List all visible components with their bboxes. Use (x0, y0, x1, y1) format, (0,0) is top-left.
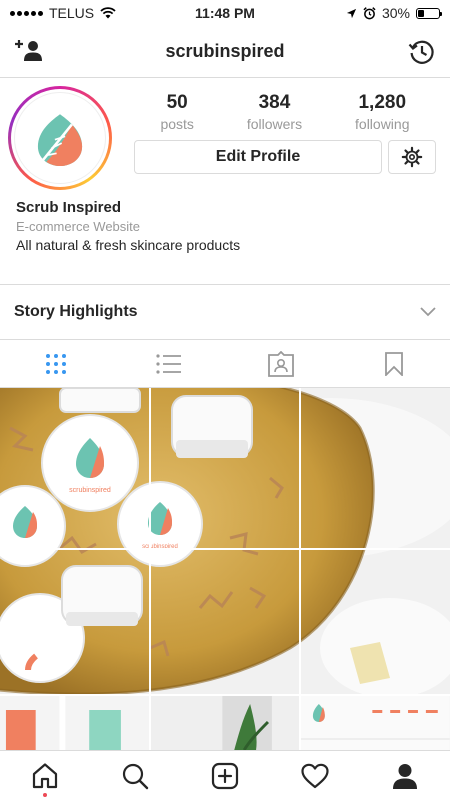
avatar[interactable] (8, 86, 112, 190)
stat-value: 1,280 (358, 92, 407, 113)
list-icon (156, 353, 181, 374)
archive-button[interactable] (408, 38, 436, 71)
product-photo: scrubinspired scrubinspired (0, 388, 450, 694)
stat-label: followers (246, 116, 303, 132)
stat-value: 384 (258, 92, 291, 113)
stat-label: posts (160, 116, 194, 132)
tab-grid[interactable] (0, 340, 113, 387)
grid-icon (46, 353, 67, 374)
post-thumbnail[interactable] (301, 696, 450, 750)
nav-search[interactable] (105, 751, 165, 800)
profile-bio: Scrub Inspired E-commerce Website All na… (16, 199, 436, 253)
tab-tagged[interactable] (225, 340, 338, 387)
alarm-icon (363, 6, 376, 19)
heart-icon (301, 763, 329, 788)
status-bar: TELUS 11:48 PM 30% (0, 0, 450, 26)
battery-percent: 30% (381, 5, 410, 21)
gear-icon (401, 146, 423, 168)
profile-category: E-commerce Website (16, 219, 141, 234)
nav-new-post[interactable] (195, 751, 255, 800)
add-person-button[interactable] (14, 39, 44, 68)
post-thumbnail[interactable] (0, 696, 149, 750)
carrier-label: TELUS (49, 5, 95, 21)
post-thumbnail[interactable] (150, 696, 300, 750)
signal-dots-icon (10, 10, 43, 16)
photo-grid: scrubinspired scrubinspired (0, 388, 450, 750)
profile-header: scrubinspired (0, 26, 450, 78)
post-thumbnail-image (301, 696, 450, 750)
post-thumbnail-image (150, 696, 300, 750)
home-icon (32, 762, 58, 788)
edit-profile-button[interactable]: Edit Profile (134, 140, 382, 174)
stat-followers[interactable]: 384 followers (247, 92, 302, 132)
bottom-navigation (0, 750, 450, 800)
profile-icon (393, 763, 417, 789)
svg-text:scrubinspired: scrubinspired (69, 487, 111, 494)
story-highlights-label: Story Highlights (14, 303, 138, 320)
wifi-icon (100, 7, 116, 19)
stat-posts[interactable]: 50 posts (160, 92, 193, 132)
svg-text:scrubinspired: scrubinspired (142, 544, 178, 550)
nav-home[interactable] (15, 751, 75, 800)
notification-dot (43, 792, 47, 797)
nav-profile[interactable] (375, 751, 435, 800)
tagged-icon (268, 350, 295, 377)
profile-bio-text: All natural & fresh skincare products (16, 237, 241, 253)
stat-label: following (355, 116, 410, 132)
story-highlights-toggle[interactable]: Story Highlights (0, 284, 450, 340)
chevron-down-icon (420, 307, 436, 317)
tab-list[interactable] (113, 340, 226, 387)
location-arrow-icon (346, 8, 357, 18)
search-icon (122, 763, 149, 789)
nav-activity[interactable] (285, 751, 345, 800)
status-time: 11:48 PM (195, 5, 255, 21)
stat-following[interactable]: 1,280 following (355, 92, 409, 132)
profile-name: Scrub Inspired (16, 199, 122, 216)
profile-content-tabs (0, 340, 450, 388)
add-person-icon (15, 40, 42, 61)
grid-row (0, 696, 450, 750)
tab-saved[interactable] (338, 340, 450, 387)
username-title: scrubinspired (165, 41, 285, 61)
brand-logo-icon (37, 114, 83, 167)
profile-stats: 50 posts 384 followers 1,280 following (134, 92, 436, 132)
bookmark-icon (384, 351, 403, 376)
settings-button[interactable] (388, 140, 436, 174)
post-image-collage[interactable]: scrubinspired scrubinspired (0, 388, 450, 694)
archive-history-icon (408, 40, 434, 64)
post-thumbnail-image (0, 696, 149, 750)
new-post-icon (211, 762, 239, 789)
stat-value: 50 (166, 92, 188, 113)
battery-icon (416, 7, 442, 19)
